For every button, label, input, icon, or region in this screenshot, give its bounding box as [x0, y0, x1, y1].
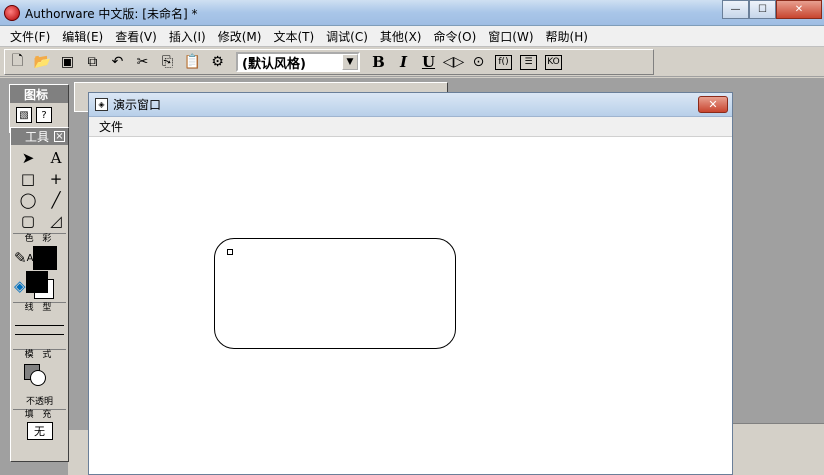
background-panel-left [68, 430, 90, 475]
line-section-label: 线 型 [13, 302, 66, 313]
run-icon[interactable]: ◁▷ [442, 51, 465, 73]
window-controls: — ☐ ✕ [722, 0, 822, 19]
rounded-rectangle-shape[interactable] [214, 238, 456, 349]
menu-debug[interactable]: 调试(C) [320, 28, 374, 45]
minimize-button[interactable]: — [722, 0, 749, 19]
presentation-menu-file[interactable]: 文件 [99, 118, 123, 135]
presentation-title-bar[interactable]: ◈ 演示窗口 ✕ [89, 93, 732, 117]
rectangle-tool-icon[interactable]: □ [15, 169, 41, 189]
menu-help[interactable]: 帮助(H) [540, 28, 594, 45]
menu-file[interactable]: 文件(F) [4, 28, 56, 45]
menu-text[interactable]: 文本(T) [267, 28, 320, 45]
line-style-selector[interactable] [11, 313, 68, 347]
interaction-icon[interactable]: ? [36, 107, 52, 123]
mode-label: 不透明 [25, 397, 53, 407]
line-color-swatch[interactable] [33, 246, 58, 270]
paint-bucket-icon: ◈ [14, 277, 26, 295]
maximize-button[interactable]: ☐ [749, 0, 776, 19]
paste-icon[interactable]: 📋 [181, 51, 204, 73]
close-icon[interactable]: × [54, 131, 65, 142]
undo-icon[interactable]: ↶ [106, 51, 129, 73]
menu-modify[interactable]: 修改(M) [212, 28, 268, 45]
icon-palette-title[interactable]: 图标 [10, 85, 68, 103]
toolbar: 🗋 📂 ▣ ⧉ ↶ ✂ ⎘ 📋 ⚙ (默认风格) ▼ B I U ◁▷ ⊙ f(… [0, 47, 824, 77]
tool-grid: ➤ A □ + ◯ ╱ ▢ ◿ [11, 145, 68, 231]
line-style-sample [15, 334, 64, 335]
presentation-title: 演示窗口 [113, 98, 162, 112]
color-section-label: 色 彩 [13, 233, 66, 244]
toolbar-buttons: 🗋 📂 ▣ ⧉ ↶ ✂ ⎘ 📋 ⚙ (默认风格) ▼ B I U ◁▷ ⊙ f(… [4, 49, 654, 75]
tools-palette: 工具 × ➤ A □ + ◯ ╱ ▢ ◿ 色 彩 ✎ A ◈ 线 型 模 式 不… [10, 127, 69, 462]
fill-section-label: 填 充 [13, 409, 66, 420]
functions-icon[interactable]: f() [495, 54, 512, 70]
rounded-rectangle-tool-icon[interactable]: ▢ [15, 211, 41, 231]
diagonal-line-tool-icon[interactable]: ╱ [43, 190, 69, 210]
line-color-row: ✎ A [11, 244, 68, 272]
menu-edit[interactable]: 编辑(E) [56, 28, 109, 45]
menu-command[interactable]: 命令(O) [427, 28, 482, 45]
presentation-menu-bar: 文件 [89, 117, 732, 137]
background-panel [733, 423, 824, 475]
bold-button[interactable]: B [367, 51, 390, 73]
text-color-icon: A [26, 252, 34, 264]
foreground-color-swatch[interactable] [25, 271, 48, 293]
mode-section-label: 模 式 [13, 349, 66, 360]
window-title: Authorware 中文版: [未命名] * [25, 7, 198, 21]
open-file-icon[interactable]: 📂 [31, 51, 54, 73]
menu-view[interactable]: 查看(V) [109, 28, 163, 45]
menu-insert[interactable]: 插入(I) [163, 28, 212, 45]
menu-bar: 文件(F) 编辑(E) 查看(V) 插入(I) 修改(M) 文本(T) 调试(C… [0, 26, 824, 47]
copy-icon[interactable]: ⎘ [156, 51, 179, 73]
fill-pattern-button[interactable]: 无 [26, 422, 53, 440]
fill-color-swatches[interactable] [25, 271, 56, 301]
line-style-sample [15, 325, 64, 326]
knowledge-objects-icon[interactable]: KO [545, 54, 562, 70]
stage-canvas[interactable] [89, 137, 732, 474]
menu-window[interactable]: 窗口(W) [482, 28, 539, 45]
underline-button[interactable]: U [417, 51, 440, 73]
pencil-icon: ✎ [14, 249, 27, 267]
authorware-logo-icon [4, 5, 20, 21]
selection-handle[interactable] [227, 249, 233, 255]
presentation-window-icon: ◈ [95, 98, 108, 111]
text-style-value: (默认风格) [242, 56, 306, 72]
menu-other[interactable]: 其他(X) [374, 28, 428, 45]
italic-button[interactable]: I [392, 51, 415, 73]
variables-icon[interactable]: ☰ [520, 54, 537, 70]
tools-palette-title: 工具 [25, 130, 50, 144]
icon-palette-icons: ▧ ? [10, 103, 68, 127]
text-tool-icon[interactable]: A [43, 148, 69, 168]
pointer-tool-icon[interactable]: ➤ [15, 148, 41, 168]
cut-icon[interactable]: ✂ [131, 51, 154, 73]
new-file-icon[interactable]: 🗋 [6, 51, 29, 73]
text-style-select[interactable]: (默认风格) ▼ [236, 52, 360, 72]
tools-palette-title-bar[interactable]: 工具 × [11, 128, 68, 145]
straight-line-tool-icon[interactable]: + [43, 169, 69, 189]
save-all-icon[interactable]: ▣ [56, 51, 79, 73]
chevron-down-icon[interactable]: ▼ [342, 54, 358, 70]
ellipse-tool-icon[interactable]: ◯ [15, 190, 41, 210]
display-icon[interactable]: ▧ [16, 107, 32, 123]
fill-color-row: ◈ [11, 271, 68, 301]
close-button[interactable]: ✕ [776, 0, 822, 19]
find-icon[interactable]: ⚙ [206, 51, 229, 73]
control-panel-icon[interactable]: ⊙ [467, 51, 490, 73]
opaque-mode-icon[interactable] [20, 362, 60, 392]
presentation-window: ◈ 演示窗口 ✕ 文件 [88, 92, 733, 475]
polygon-tool-icon[interactable]: ◿ [43, 211, 69, 231]
title-bar: Authorware 中文版: [未命名] * — ☐ ✕ [0, 0, 824, 26]
import-icon[interactable]: ⧉ [81, 51, 104, 73]
presentation-close-button[interactable]: ✕ [698, 96, 728, 113]
